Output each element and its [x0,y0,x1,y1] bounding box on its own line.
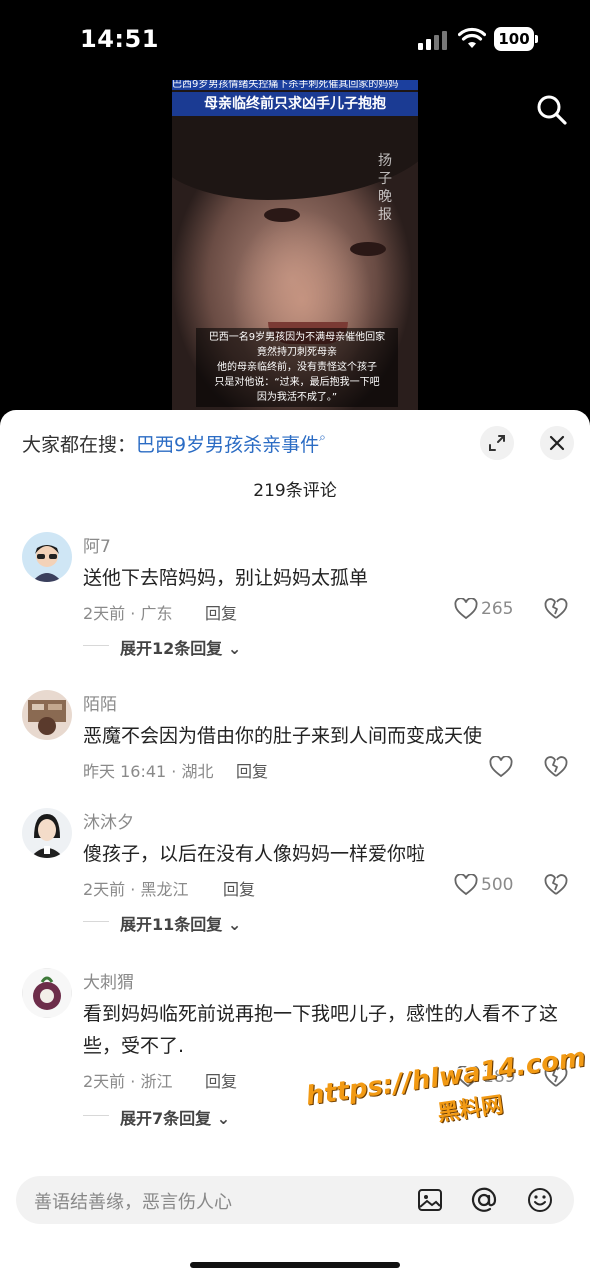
status-time: 14:51 [80,25,159,53]
video-frame-eye [264,208,300,222]
divider-line [83,1115,109,1116]
comment-text: 恶魔不会因为借由你的肚子来到人间而变成天使 [83,725,483,747]
comment-meta: 2天前 · 浙江 [83,1072,173,1091]
comment-text: 傻孩子，以后在没有人像妈妈一样爱你啦 [83,843,426,865]
user-name[interactable]: 陌陌 [83,690,117,715]
user-name[interactable]: 大刺猬 [83,968,134,993]
avatar[interactable] [22,690,72,740]
heart-icon[interactable] [454,874,478,896]
expand-replies-button[interactable]: 展开12条回复 ⌄ [120,635,241,659]
reply-button[interactable]: 回复 [205,1068,237,1092]
wifi-icon [458,27,486,48]
search-small-icon: ⌕ [319,430,326,444]
reply-button[interactable]: 回复 [205,600,237,624]
emoji-icon[interactable] [526,1186,554,1214]
comment-input[interactable]: 善语结善缘，恶言伤人心 [16,1176,574,1224]
battery-tip [535,35,538,43]
hot-search[interactable]: 大家都在搜：巴西9岁男孩杀亲事件⌕ [22,430,326,457]
reply-button[interactable]: 回复 [236,758,268,782]
video-frame-eye [350,242,386,256]
divider-line [83,921,109,922]
caption-line: 竟然持刀刺死母亲 [257,347,337,358]
chevron-down-icon: ⌄ [227,639,242,658]
comment-meta: 2天前 · 广东 [83,604,173,623]
comment-input-placeholder: 善语结善缘，恶言伤人心 [34,1192,232,1213]
user-name[interactable]: 沐沐夕 [83,808,134,833]
expand-replies-label: 展开7条回复 [120,1109,212,1128]
video-watermark: 扬子晚报 [378,153,392,223]
expand-replies-label: 展开12条回复 [120,639,223,658]
hot-search-query[interactable]: 巴西9岁男孩杀亲事件 [136,434,319,456]
video-headline: 巴西9岁男孩情绪失控痛下杀手刺死催其回家的妈妈 [172,80,418,90]
battery-indicator: 100 [494,27,538,51]
cellular-signal-icon [418,31,447,50]
like-count: 265 [481,599,514,619]
expand-replies-label: 展开11条回复 [120,915,223,934]
broken-heart-icon[interactable] [544,597,568,621]
status-bar: 14:51 100 [0,0,590,80]
chevron-down-icon: ⌄ [216,1109,231,1128]
broken-heart-icon[interactable] [544,755,568,779]
comment-meta: 昨天 16:41 · 湖北 [83,762,214,781]
expand-sheet-button[interactable] [480,426,514,460]
broken-heart-icon[interactable] [544,873,568,897]
video-player[interactable]: 巴西9岁男孩情绪失控痛下杀手刺死催其回家的妈妈 母亲临终前只求凶手儿子抱抱 扬子… [172,80,418,412]
caption-line: 只是对他说：“过来，最后抱我一下吧 [214,377,380,388]
comment-count: 219条评论 [253,481,337,501]
search-icon[interactable] [536,94,568,126]
comment-text: 看到妈妈临死前说再抱一下我吧儿子，感性的人看不了这些，受不了. [83,1003,559,1057]
image-icon[interactable] [416,1186,444,1214]
close-button[interactable] [540,426,574,460]
video-caption: 巴西一名9岁男孩因为不满母亲催他回家 竟然持刀刺死母亲 他的母亲临终前，没有责怪… [196,328,398,407]
mention-icon[interactable] [470,1186,498,1214]
comment-meta: 2天前 · 黑龙江 [83,880,189,899]
user-name[interactable]: 阿7 [83,532,111,557]
divider-line [83,645,109,646]
avatar[interactable] [22,968,72,1018]
heart-icon[interactable] [454,598,478,620]
caption-line: 他的母亲临终前，没有责怪这个孩子 [217,362,377,373]
avatar[interactable] [22,808,72,858]
like-count: 500 [481,875,514,895]
hot-search-prefix: 大家都在搜： [22,434,137,456]
avatar[interactable] [22,532,72,582]
reply-button[interactable]: 回复 [223,876,255,900]
home-indicator [190,1262,400,1268]
caption-line: 因为我活不成了。” [256,392,338,403]
heart-icon[interactable] [489,756,513,778]
caption-line: 巴西一名9岁男孩因为不满母亲催他回家 [208,332,386,343]
expand-replies-button[interactable]: 展开7条回复 ⌄ [120,1105,230,1129]
video-title: 母亲临终前只求凶手儿子抱抱 [172,92,418,116]
chevron-down-icon: ⌄ [227,915,242,934]
battery-level: 100 [494,27,534,51]
comment-text: 送他下去陪妈妈，别让妈妈太孤单 [83,567,369,589]
expand-replies-button[interactable]: 展开11条回复 ⌄ [120,911,241,935]
comment-sheet: 大家都在搜：巴西9岁男孩杀亲事件⌕ 219条评论 阿7 送他下去陪妈妈，别让妈妈… [0,410,590,1280]
